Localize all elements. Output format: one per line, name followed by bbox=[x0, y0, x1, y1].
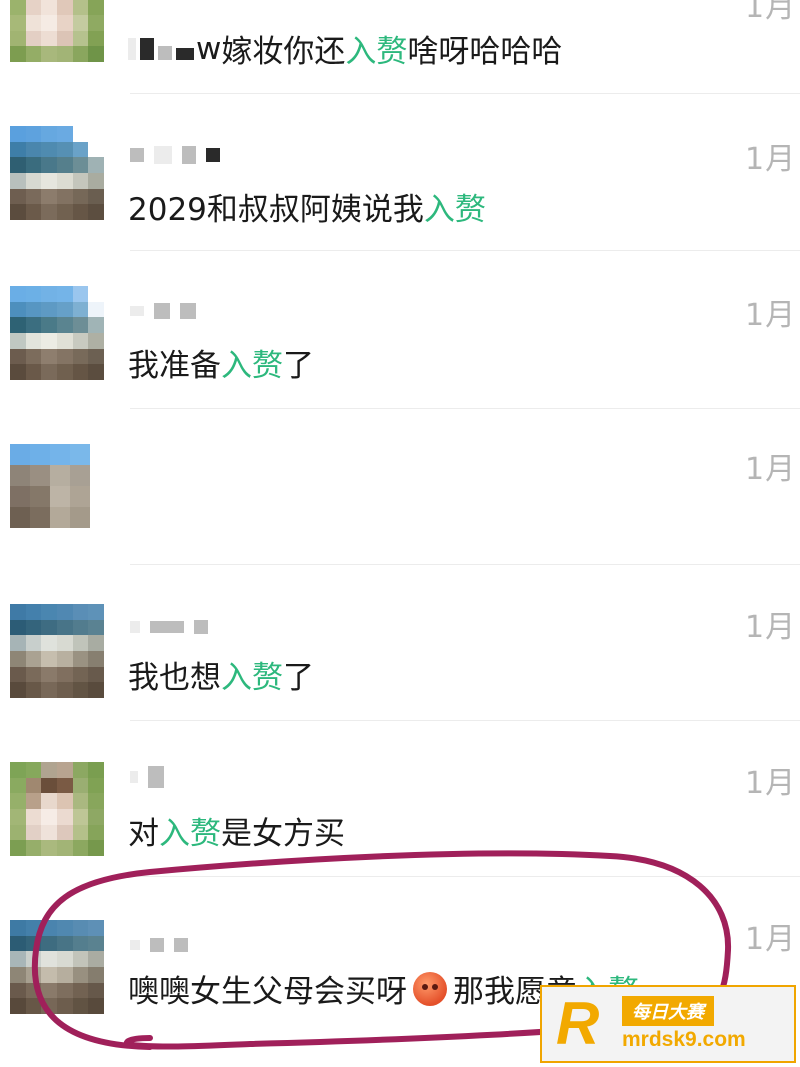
flushed-face-emoji bbox=[413, 971, 447, 1006]
comment-item[interactable]: 1月 我准备 入赘了 bbox=[0, 252, 800, 409]
comment-item[interactable]: 1月 我也想 入赘了 bbox=[0, 564, 800, 721]
timestamp: 1月 bbox=[745, 142, 797, 177]
avatar[interactable] bbox=[10, 920, 104, 1014]
timestamp: 1月 bbox=[745, 766, 797, 801]
brand-name: 每日大赛 bbox=[622, 996, 714, 1026]
watermark: R 每日大赛 mrdsk9.com bbox=[540, 985, 796, 1063]
comment-item[interactable]: 1月 w 嫁妆你还 入赘 啥呀哈哈哈 bbox=[0, 0, 800, 94]
timestamp: 1月 bbox=[745, 0, 797, 25]
timestamp: 1月 bbox=[745, 610, 797, 645]
avatar[interactable] bbox=[10, 444, 90, 528]
comment-item[interactable]: 1月 bbox=[0, 408, 800, 565]
comment-text: 2029和叔叔阿姨说我 入赘 bbox=[128, 192, 486, 228]
timestamp: 1月 bbox=[745, 452, 797, 487]
comment-text: 我也想 入赘了 bbox=[128, 660, 314, 696]
username-redacted[interactable] bbox=[130, 144, 220, 166]
comment-text: 对 入赘 是女方买 bbox=[128, 816, 345, 852]
timestamp: 1月 bbox=[745, 298, 797, 333]
avatar[interactable] bbox=[10, 762, 104, 856]
username-redacted[interactable] bbox=[130, 300, 196, 322]
comment-text: 我准备 入赘了 bbox=[128, 348, 314, 384]
username-redacted[interactable] bbox=[130, 766, 164, 788]
avatar[interactable] bbox=[10, 604, 104, 698]
comment-item[interactable]: 1月 2029和叔叔阿姨说我 入赘 bbox=[0, 94, 800, 251]
avatar[interactable] bbox=[10, 286, 104, 380]
brand-logo: R bbox=[556, 990, 600, 1057]
timestamp: 1月 bbox=[745, 922, 797, 957]
avatar[interactable] bbox=[10, 0, 104, 62]
username-redacted[interactable] bbox=[130, 934, 188, 956]
comment-text: w 嫁妆你还 入赘 啥呀哈哈哈 bbox=[128, 26, 562, 71]
avatar[interactable] bbox=[10, 126, 104, 220]
comment-item[interactable]: 1月 对 入赘 是女方买 bbox=[0, 720, 800, 877]
username-redacted[interactable] bbox=[130, 616, 208, 638]
brand-url: mrdsk9.com bbox=[622, 1028, 746, 1051]
divider bbox=[130, 250, 800, 251]
